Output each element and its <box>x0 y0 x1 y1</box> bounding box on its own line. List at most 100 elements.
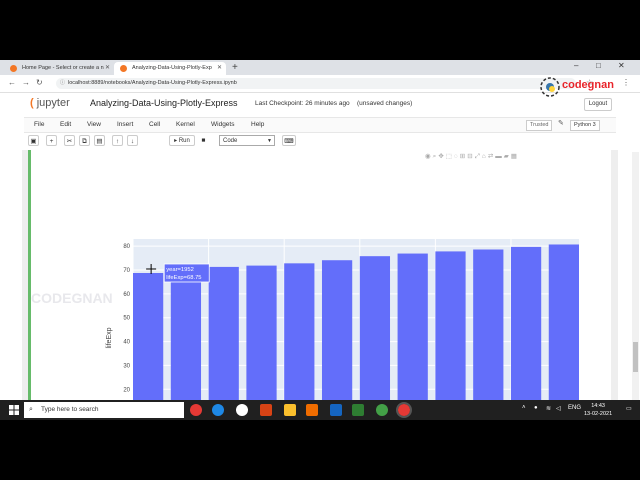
bar[interactable] <box>133 272 164 420</box>
url-field[interactable]: ⓘ localhost:8889/notebooks/Analyzing-Dat… <box>56 78 576 89</box>
forward-icon[interactable]: → <box>22 78 30 87</box>
cell-type-value: Code <box>223 138 238 144</box>
search-icon: ⌕ <box>29 406 33 413</box>
clock-date: 13-02-2021 <box>584 411 613 417</box>
taskbar-clock[interactable]: 14:43 13-02-2021 <box>584 402 612 418</box>
jupyter-favicon-icon <box>10 65 17 72</box>
minimize-icon[interactable]: – <box>574 61 578 70</box>
new-tab-icon[interactable]: + <box>232 62 238 74</box>
run-button[interactable]: ▸ Run <box>169 135 195 146</box>
notification-icon[interactable]: ▭ <box>626 405 632 412</box>
bar[interactable] <box>435 251 466 420</box>
codegnan-logo-text: codegnan <box>562 79 614 91</box>
browser-tab-notebook[interactable]: Analyzing-Data-Using-Plotly-Exp ✕ <box>114 62 226 75</box>
tab-label: Home Page - Select or create a n <box>22 65 104 71</box>
scrollbar-thumb[interactable] <box>633 342 638 372</box>
language-indicator[interactable]: ENG <box>568 405 581 411</box>
checkpoint-status: Last Checkpoint: 26 minutes ago <box>255 100 350 107</box>
move-down-icon[interactable]: ↓ <box>127 135 138 146</box>
codegnan-logo: codegnan <box>540 77 614 97</box>
bar[interactable] <box>548 244 579 420</box>
add-cell-icon[interactable]: + <box>46 135 57 146</box>
page-scrollbar[interactable] <box>632 152 639 420</box>
file-explorer-taskbar-icon[interactable] <box>284 404 296 416</box>
menu-cell[interactable]: Cell <box>149 118 160 132</box>
jupyter-favicon-icon <box>120 65 127 72</box>
menu-bar: File Edit View Insert Cell Kernel Widget… <box>24 117 616 133</box>
cut-icon[interactable]: ✂ <box>64 135 75 146</box>
paste-icon[interactable]: ▤ <box>94 135 105 146</box>
output-cell[interactable]: ◉⌕✥⬚◌⊞⊟⤢⌂⇄▬▰▦ 01020304050607080195019601… <box>28 150 611 420</box>
menu-file[interactable]: File <box>34 118 44 132</box>
bar[interactable] <box>359 256 391 420</box>
taskbar-search-box[interactable]: ⌕ Type here to search <box>24 402 184 418</box>
notebook-area: ◉⌕✥⬚◌⊞⊟⤢⌂⇄▬▰▦ 01020304050607080195019601… <box>22 150 618 420</box>
url-text: localhost:8889/notebooks/Analyzing-Data-… <box>68 80 237 86</box>
volume-icon[interactable]: ◁ <box>556 405 561 412</box>
bar[interactable] <box>208 266 239 420</box>
store-taskbar-icon[interactable] <box>330 404 342 416</box>
bar[interactable] <box>284 263 315 420</box>
notebook-title[interactable]: Analyzing-Data-Using-Plotly-Express <box>90 98 238 108</box>
cell-type-select[interactable]: Code ▼ <box>219 135 275 146</box>
menu-insert[interactable]: Insert <box>117 118 133 132</box>
info-icon: ⓘ <box>60 80 66 86</box>
kernel-indicator[interactable]: Python 3 <box>570 120 600 131</box>
excel-taskbar-icon[interactable] <box>352 404 364 416</box>
logout-button[interactable]: Logout <box>584 98 612 111</box>
y-tick-label: 40 <box>123 340 130 346</box>
sublime-taskbar-icon[interactable] <box>306 404 318 416</box>
obs-taskbar-icon[interactable] <box>236 404 248 416</box>
bar[interactable] <box>170 270 202 420</box>
menu-kernel[interactable]: Kernel <box>176 118 195 132</box>
trusted-indicator[interactable]: Trusted <box>526 120 553 131</box>
bar[interactable] <box>246 265 277 420</box>
bar-chart[interactable]: 0102030405060708019501960197019801990200… <box>31 150 611 420</box>
jupyter-logo[interactable]: ( jupyter <box>30 97 70 109</box>
y-tick-label: 70 <box>123 268 130 274</box>
bar[interactable] <box>397 253 428 420</box>
windows-start-icon[interactable] <box>9 405 19 415</box>
bar[interactable] <box>321 260 353 420</box>
chevron-down-icon: ▼ <box>267 138 272 144</box>
chrome-taskbar-icon[interactable] <box>190 404 202 416</box>
jupyter-logo-icon: ( <box>30 97 37 109</box>
edge-taskbar-icon[interactable] <box>212 404 224 416</box>
wifi-icon[interactable]: ≋ <box>546 405 551 412</box>
microphone-icon[interactable]: ● <box>534 405 538 411</box>
browser-tab-bar: Home Page - Select or create a n ✕ Analy… <box>0 60 640 75</box>
hover-line: lifeExp=68.75 <box>166 275 201 281</box>
bar[interactable] <box>510 246 542 420</box>
y-axis-title: lifeExp <box>106 327 113 348</box>
bar[interactable] <box>473 249 504 420</box>
reload-icon[interactable]: ↻ <box>36 78 43 87</box>
y-tick-label: 60 <box>123 292 130 298</box>
camtasia-taskbar-icon[interactable] <box>376 404 388 416</box>
tray-chevron-icon[interactable]: ˄ <box>522 405 526 411</box>
back-icon[interactable]: ← <box>8 78 16 87</box>
tab-label: Analyzing-Data-Using-Plotly-Exp <box>132 65 212 71</box>
windows-taskbar: ⌕ Type here to search ˄ ● ≋ ◁ ENG 14:43 … <box>0 400 640 420</box>
interrupt-kernel-icon[interactable]: ■ <box>198 135 209 146</box>
powerpoint-taskbar-icon[interactable] <box>260 404 272 416</box>
menu-widgets[interactable]: Widgets <box>211 118 234 132</box>
move-up-icon[interactable]: ↑ <box>112 135 123 146</box>
close-tab-icon[interactable]: ✕ <box>105 62 110 75</box>
jupyter-logo-text: jupyter <box>36 97 70 109</box>
maximize-icon[interactable]: □ <box>596 61 601 70</box>
browser-tab-home[interactable]: Home Page - Select or create a n ✕ <box>4 62 114 75</box>
screen: Home Page - Select or create a n ✕ Analy… <box>0 60 640 420</box>
save-icon[interactable]: ▣ <box>28 135 39 146</box>
unsaved-status: (unsaved changes) <box>357 100 413 107</box>
menu-help[interactable]: Help <box>251 118 264 132</box>
chrome-active-taskbar-icon[interactable] <box>396 402 412 418</box>
close-tab-icon[interactable]: ✕ <box>217 62 222 75</box>
menu-edit[interactable]: Edit <box>60 118 71 132</box>
y-tick-label: 50 <box>123 316 130 322</box>
menu-view[interactable]: View <box>87 118 101 132</box>
close-window-icon[interactable]: ✕ <box>618 61 625 70</box>
notebook-toolbar: ▣ + ✂ ⧉ ▤ ↑ ↓ ▸ Run ■ Code ▼ ⌨ <box>24 134 616 148</box>
edit-pencil-icon[interactable]: ✎ <box>558 119 564 127</box>
command-palette-icon[interactable]: ⌨ <box>282 135 296 146</box>
copy-icon[interactable]: ⧉ <box>79 135 90 146</box>
